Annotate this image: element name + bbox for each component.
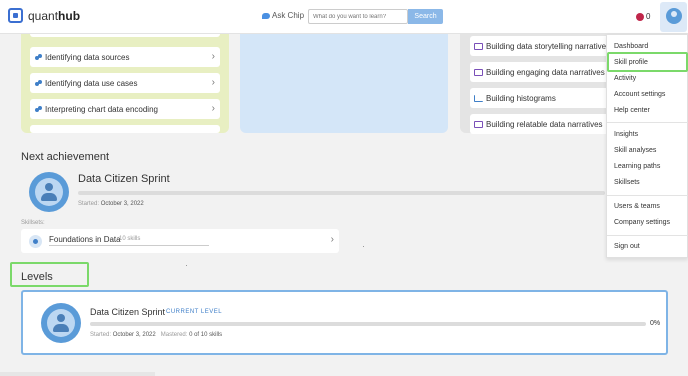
top-header: quanthub Ask Chip Search 0 [0,0,688,34]
histogram-icon [474,94,483,102]
list-item[interactable]: Building histograms [470,88,615,108]
level-progress-bar [90,322,646,326]
avatar[interactable] [660,2,687,32]
skillsets-label: Skillsets: [21,220,45,226]
next-achievement-title: Next achievement [21,151,110,163]
menu-divider [607,195,688,196]
skillset-progress-bar [49,245,209,246]
skillset-card[interactable]: Foundations in Data 10 skills › [21,229,339,253]
skills-panel-right: Building data storytelling narratives Bu… [460,34,615,134]
menu-item-learning-paths[interactable]: Learning paths [614,163,660,170]
skills-panel-left: Identifying data sources › Identifying d… [21,27,229,133]
ask-chip-label: Ask Chip [272,11,305,20]
search-button[interactable]: Search [408,9,443,24]
menu-item-company-settings[interactable]: Company settings [614,219,670,226]
achievement-name: Data Citizen Sprint [78,173,170,185]
chat-bubble-icon [262,12,270,19]
skill-label: Identifying data use cases [45,78,138,88]
narrative-icon [474,68,483,76]
user-icon [666,8,682,24]
chevron-right-icon: › [211,51,215,62]
achievement-progress-bar [78,191,605,195]
search-input[interactable] [308,9,408,24]
menu-item-insights[interactable]: Insights [614,131,638,138]
levels-title: Levels [21,271,53,283]
menu-item-help-center[interactable]: Help center [614,107,650,114]
level-meta: Started: October 3, 2022 Mastered: 0 of … [90,332,223,338]
chevron-right-icon: › [211,103,215,114]
points-badge[interactable]: 0 [636,12,650,21]
skill-label: Identifying data sources [45,52,130,62]
skill-label: Building data storytelling narratives [486,41,611,51]
skill-icon [35,79,42,87]
menu-divider [607,235,688,236]
logo-text-light: quant [28,8,59,23]
center-panel [240,34,448,133]
skill-label: Building relatable data narratives [486,119,603,129]
skill-icon [35,105,42,113]
menu-item-skill-analyses[interactable]: Skill analyses [614,147,656,154]
status-strip [0,372,155,376]
badge-icon [636,12,644,21]
menu-divider [607,122,688,123]
list-item[interactable]: Identifying data use cases › [30,73,220,93]
list-item[interactable]: Building data storytelling narratives [470,36,615,56]
list-item[interactable]: Building engaging data narratives [470,62,615,82]
chevron-right-icon: › [330,234,334,245]
chip-logo-icon [8,8,23,23]
menu-item-dashboard[interactable]: Dashboard [614,43,648,50]
skillset-name: Foundations in Data [49,235,121,244]
level-progress-percent: 0% [650,320,661,327]
notification-count: 0 [646,12,651,21]
menu-item-activity[interactable]: Activity [614,75,636,82]
skill-label: Building engaging data narratives [486,67,605,77]
skillset-count: 10 skills [119,236,141,242]
menu-item-skillsets[interactable]: Skillsets [614,179,640,186]
menu-item-skill-profile[interactable]: Skill profile [614,59,648,66]
menu-item-sign-out[interactable]: Sign out [614,243,640,250]
user-dropdown-menu: Dashboard Skill profile Activity Account… [606,34,688,258]
achievement-badge-icon [29,172,69,212]
skill-icon [35,53,42,61]
logo-text-bold: hub [58,8,81,23]
current-level-card[interactable]: Data Citizen Sprint CURRENT LEVEL 0% Sta… [21,290,668,355]
list-item[interactable]: Building relatable data narratives [470,114,615,134]
skill-label: Interpreting chart data encoding [45,104,158,114]
list-item-partial[interactable] [30,125,220,133]
menu-item-users-teams[interactable]: Users & teams [614,203,660,210]
narrative-icon [474,120,483,128]
level-badge-icon [41,303,81,343]
skill-label: Building histograms [486,93,556,103]
narrative-icon [474,42,483,50]
list-item[interactable]: Identifying data sources › [30,47,220,67]
current-level-tag: CURRENT LEVEL [166,309,223,315]
level-name: Data Citizen Sprint [90,307,166,317]
skillset-icon [29,235,42,248]
achievement-started: Started: October 3, 2022 [78,201,144,207]
chevron-right-icon: › [211,77,215,88]
ask-chip-button[interactable]: Ask Chip [262,11,304,20]
list-item[interactable]: Interpreting chart data encoding › [30,99,220,119]
quanthub-logo[interactable]: quanthub [8,8,80,23]
menu-item-account-settings[interactable]: Account settings [614,91,665,98]
